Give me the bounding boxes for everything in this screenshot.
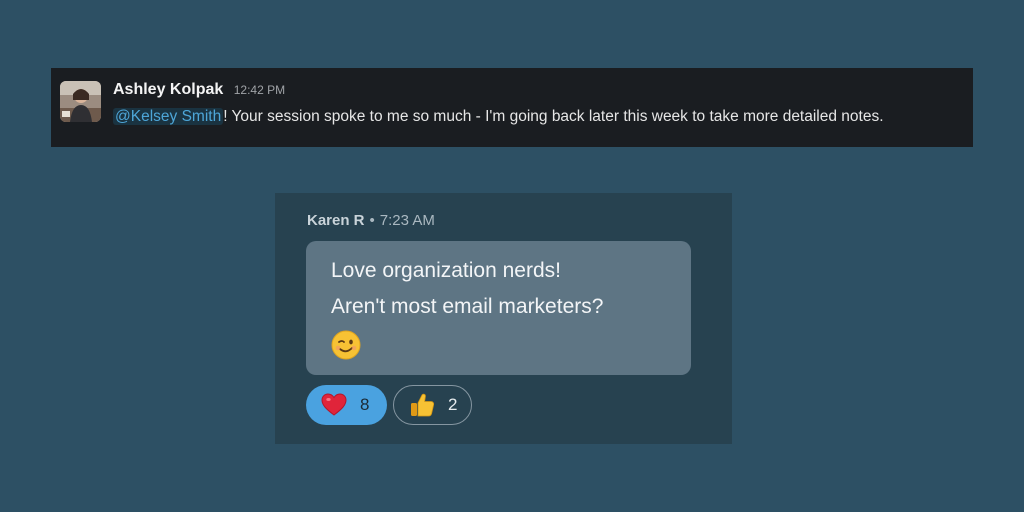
reaction-count: 2 — [448, 395, 458, 414]
slack-message: Ashley Kolpak 12:42 PM @Kelsey Smith! Yo… — [51, 68, 973, 147]
chat-message: Karen R • 7:23 AM Love organization nerds!… — [275, 193, 732, 444]
thumbs-up-icon — [411, 393, 435, 417]
message-line: Love organization nerds! — [331, 259, 561, 282]
timestamp[interactable]: 12:42 PM — [234, 83, 285, 97]
avatar[interactable] — [60, 81, 101, 122]
winking-face-emoji — [331, 330, 361, 360]
author-name: Karen R — [307, 212, 365, 229]
author-name[interactable]: Ashley Kolpak — [113, 81, 223, 98]
heart-icon — [321, 393, 347, 416]
thumbs-up-reaction-button[interactable]: 2 — [393, 385, 472, 425]
message-text: @Kelsey Smith! Your session spoke to me … — [113, 105, 884, 129]
message-header: Karen R • 7:23 AM — [307, 211, 435, 231]
heart-reaction-button[interactable]: 8 — [306, 385, 387, 425]
message-header: Ashley Kolpak 12:42 PM — [113, 79, 285, 101]
user-mention[interactable]: @Kelsey Smith — [113, 108, 224, 125]
reaction-count: 8 — [360, 395, 370, 414]
message-body: ! Your session spoke to me so much - I'm… — [223, 108, 884, 125]
message-line: Aren't most email marketers? — [331, 295, 604, 318]
message-bubble: Love organization nerds! Aren't most ema… — [306, 241, 691, 375]
timestamp: 7:23 AM — [379, 212, 435, 229]
separator-dot: • — [369, 212, 375, 229]
